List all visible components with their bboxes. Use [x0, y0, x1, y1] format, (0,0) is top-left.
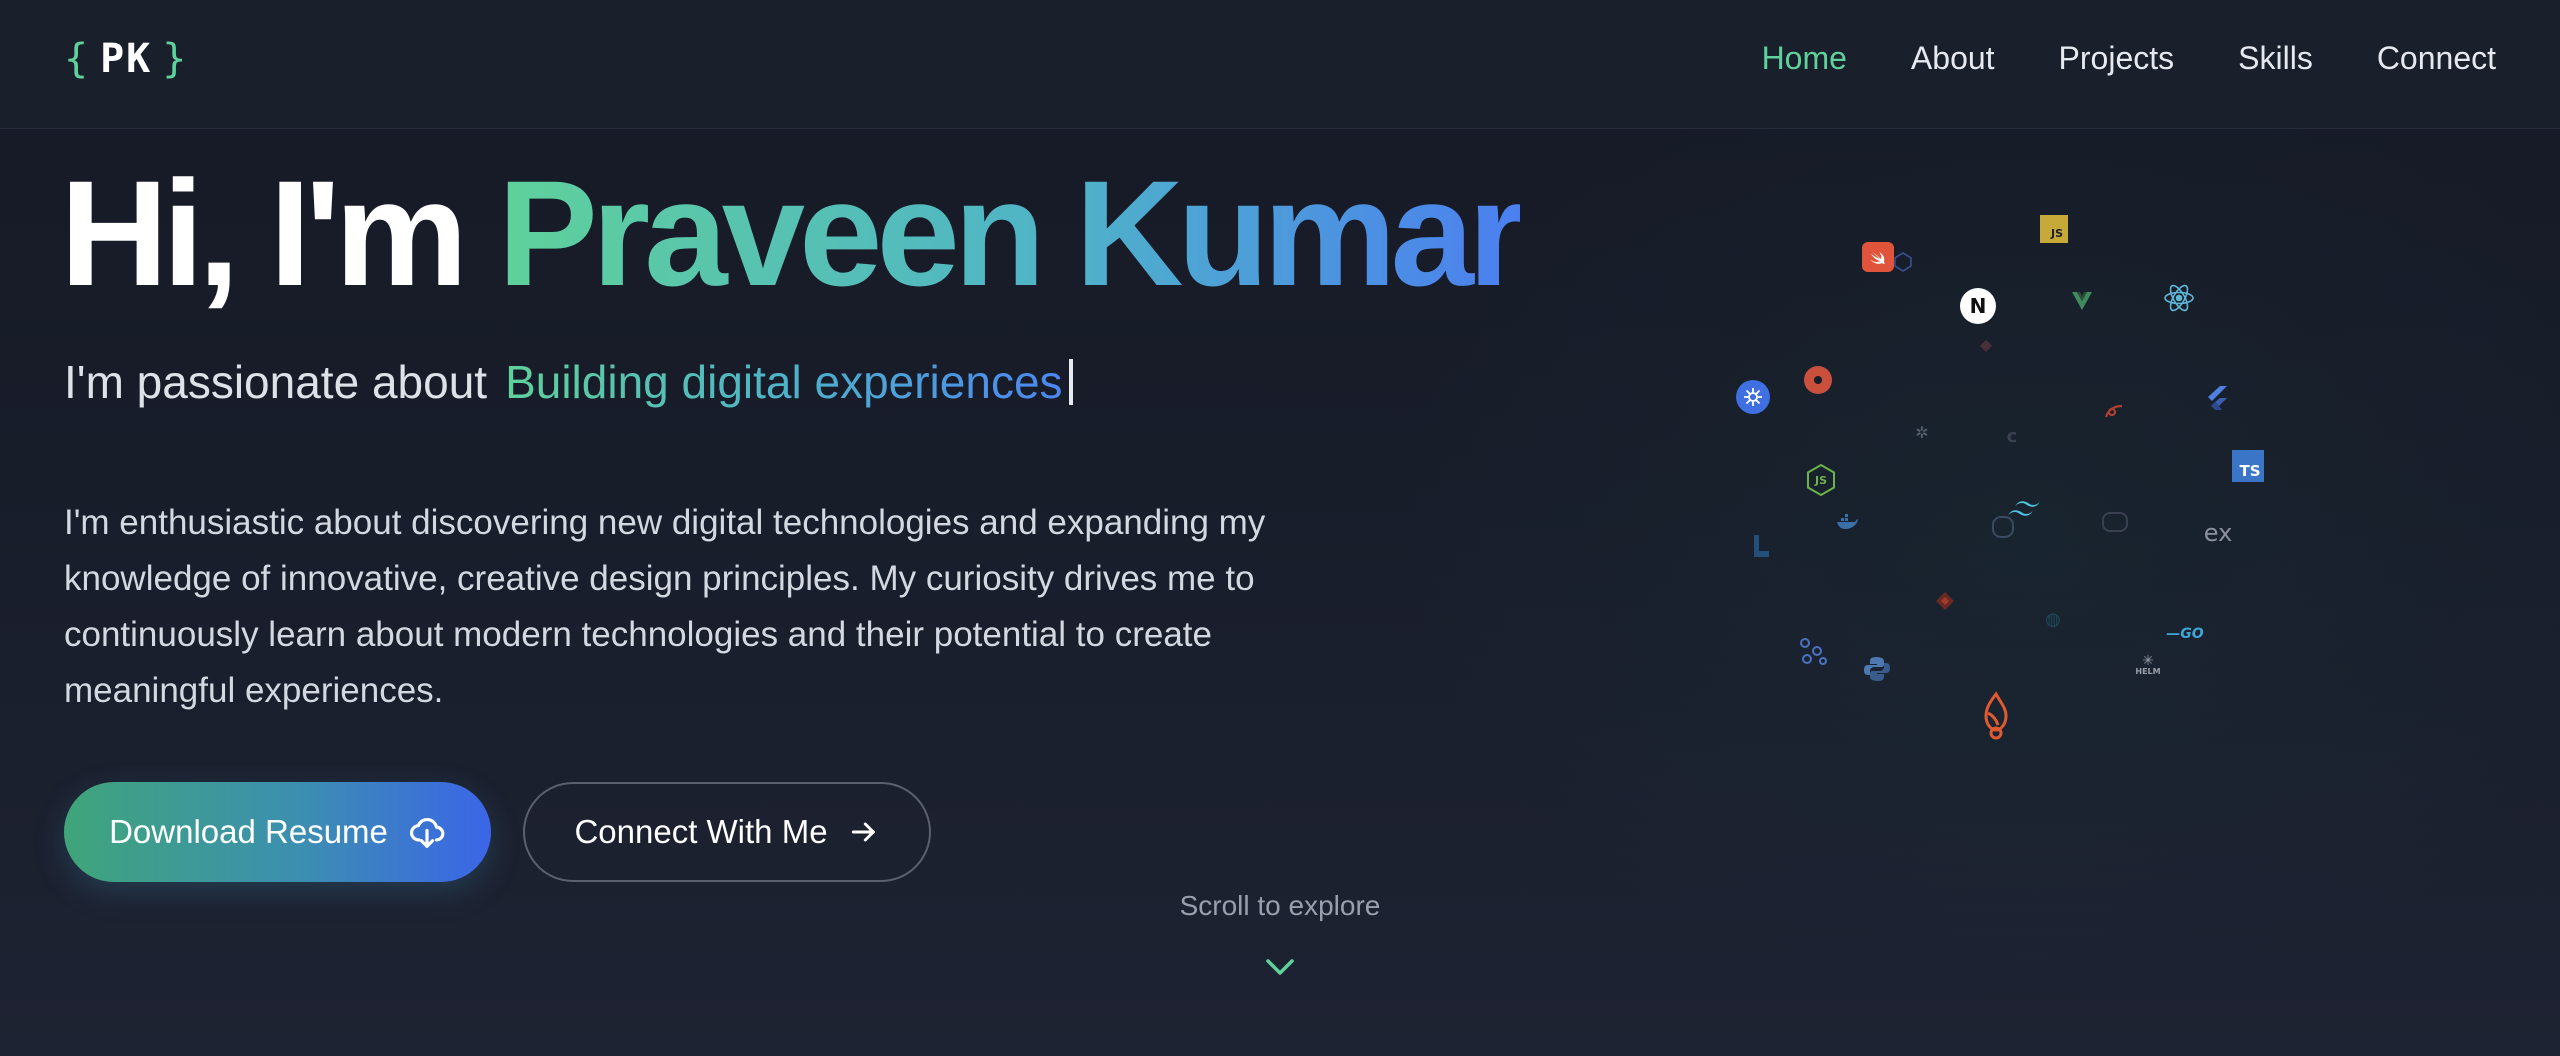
docker-icon: [1834, 512, 1860, 532]
ruby-icon: ✲: [1915, 422, 1929, 442]
nav-link-about[interactable]: About: [1911, 40, 1995, 77]
hero-heading: Hi, I'm Praveen Kumar: [60, 148, 1527, 318]
chevron-down-icon[interactable]: [1264, 956, 1296, 978]
graphql-icon: [1892, 250, 1914, 274]
nav-link-projects[interactable]: Projects: [2059, 40, 2175, 77]
logo-close-brace: }: [162, 36, 189, 82]
site-logo[interactable]: { PK }: [64, 36, 188, 82]
logo-open-brace: {: [64, 36, 91, 82]
tagline-typed-text: Building digital experiences: [505, 352, 1062, 412]
connect-with-me-label: Connect With Me: [574, 813, 828, 850]
typescript-icon: TS: [2232, 450, 2264, 482]
circleci-icon: [1796, 634, 1830, 668]
tech-icon-cloud[interactable]: JS N ✲ c ◆ JS TS ex ◍ — GO ✳ HELM: [1720, 190, 2320, 780]
hero-name: Praveen Kumar: [497, 149, 1527, 317]
connect-with-me-button[interactable]: Connect With Me: [523, 782, 931, 882]
hero-greeting: Hi, I'm: [60, 149, 468, 317]
cloud-download-icon: [408, 813, 446, 851]
csharp-icon: ◍: [2045, 608, 2061, 630]
nav-link-connect[interactable]: Connect: [2377, 40, 2496, 77]
nav-link-skills[interactable]: Skills: [2238, 40, 2313, 77]
mongodb-icon: [2102, 512, 2128, 532]
elastic-icon: [1750, 532, 1774, 560]
express-icon: ex: [2203, 519, 2233, 547]
download-resume-label: Download Resume: [109, 813, 388, 850]
react-icon: [2162, 282, 2196, 314]
rails-icon: [2102, 402, 2128, 422]
scroll-hint-text: Scroll to explore: [1179, 890, 1381, 921]
typing-caret: [1068, 359, 1073, 405]
redis-icon: [1804, 366, 1832, 394]
hero-tagline: I'm passionate about Building digital ex…: [64, 352, 1073, 412]
scala-icon: ◆: [1979, 334, 1993, 354]
gitlab-icon: [1934, 590, 1956, 612]
vue-icon: [2070, 290, 2094, 312]
nav-link-home[interactable]: Home: [1762, 40, 1847, 77]
logo-initials: PK: [100, 36, 153, 82]
nextjs-icon: N: [1960, 288, 1996, 324]
go-icon: — GO: [2166, 626, 2204, 642]
top-navbar: { PK } Home About Projects Skills Connec…: [0, 0, 2560, 129]
helm-icon: ✳ HELM: [2135, 652, 2161, 676]
python-icon: [1862, 654, 1892, 684]
hero-intro-paragraph: I'm enthusiastic about discovering new d…: [64, 503, 1266, 710]
tagline-prefix: I'm passionate about: [64, 356, 488, 408]
firebase-icon: [1978, 690, 2014, 742]
kubernetes-icon: [1736, 380, 1770, 414]
flutter-icon: [2204, 384, 2230, 414]
sass-icon: [1992, 516, 2014, 538]
download-resume-button[interactable]: Download Resume: [64, 782, 491, 882]
c-icon: c: [2006, 425, 2018, 447]
nodejs-icon: JS: [1804, 462, 1838, 498]
arrow-right-icon: [848, 816, 880, 848]
swift-icon: [1862, 242, 1894, 272]
javascript-icon: JS: [2040, 215, 2068, 243]
nav-links: Home About Projects Skills Connect: [1762, 40, 2496, 77]
